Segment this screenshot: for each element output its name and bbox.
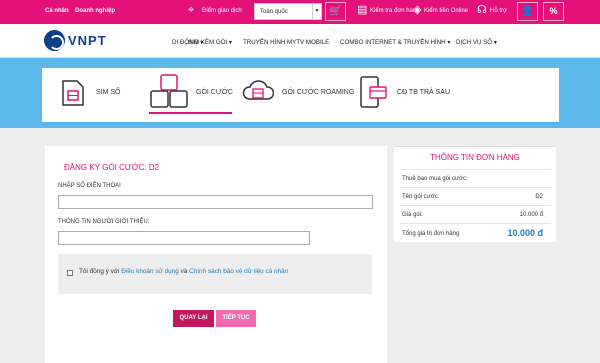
cloud-roaming-icon: [242, 80, 274, 100]
tab-sim-label: SIM SỐ: [96, 89, 121, 96]
store-locator-link[interactable]: Điểm giao dịch: [202, 8, 242, 14]
order-row-label: Tổng giá trị đơn hàng: [402, 231, 460, 237]
tab-package-label: GÓI CƯỚC: [196, 89, 233, 96]
agreement-text: Tôi đồng ý với Điều khoản sử dụng và Chí…: [79, 268, 289, 275]
chevron-down-icon: ▾: [312, 4, 321, 19]
headset-icon: ☊: [477, 4, 487, 16]
nav-item-sim-bundle[interactable]: SIM KÈM GÓI ▾: [188, 39, 232, 46]
logo-text[interactable]: VNPT: [68, 33, 107, 48]
order-summary: THÔNG TIN ĐƠN HÀNG Thuê bao mua gói cước…: [394, 146, 556, 242]
agreement-box: Tôi đồng ý với Điều khoản sử dụng và Chí…: [58, 254, 372, 294]
active-tab-indicator: [149, 112, 232, 114]
main-nav: VNPT DI ĐỘNG ▾ SIM KÈM GÓI ▾ TRUYỀN HÌNH…: [0, 24, 600, 58]
service-tabs: SIM SỐ GÓI CƯỚC GÓI CƯỚC ROAMING CĐ TB T…: [42, 68, 559, 122]
region-select-value: Toàn quốc: [260, 9, 288, 15]
order-row-label: Giá gói:: [402, 212, 423, 218]
back-button[interactable]: QUAY LẠI: [173, 310, 214, 327]
order-row-label: Tên gói cước:: [402, 194, 440, 200]
sim-card-icon: [62, 80, 84, 106]
percent-icon[interactable]: %: [543, 2, 564, 21]
tab-roaming-label: GÓI CƯỚC ROAMING: [282, 89, 355, 96]
tab-package[interactable]: GÓI CƯỚC: [149, 68, 233, 122]
form-title: ĐĂNG KÝ GÓI CƯỚC: D2: [64, 163, 160, 172]
order-summary-title: THÔNG TIN ĐƠN HÀNG: [430, 153, 520, 162]
support-link[interactable]: Hỗ trợ: [490, 8, 507, 14]
registration-form: ĐĂNG KÝ GÓI CƯỚC: D2 NHẬP SỐ ĐIỆN THOẠI …: [45, 146, 387, 363]
continue-button[interactable]: TIẾP TỤC: [216, 310, 256, 327]
tab-sim[interactable]: SIM SỐ: [54, 68, 122, 122]
nav-item-mytv[interactable]: TRUYỀN HÌNH MYTV MOBILE: [243, 39, 329, 46]
order-check-icon: ▤: [357, 4, 368, 16]
phone-card-icon: [360, 76, 387, 108]
order-row-subscriber: Thuê bao mua gói cước:: [400, 169, 551, 187]
top-bar: Cá nhân Doanh nghiệp ⌖ Điểm giao dịch To…: [0, 0, 600, 24]
location-pin-icon: ⌖: [188, 4, 195, 16]
order-row-package-name: Tên gói cước: D2: [400, 187, 551, 205]
user-icon[interactable]: 👤: [517, 2, 538, 21]
nav-item-combo[interactable]: COMBO INTERNET & TRUYỀN HÌNH ▾: [340, 39, 450, 46]
region-select[interactable]: Toàn quốc ▾: [254, 3, 322, 20]
package-boxes-icon: [150, 74, 188, 108]
order-row-label: Thuê bao mua gói cước:: [402, 176, 468, 182]
wallet-icon: ◈: [413, 4, 422, 16]
order-row-value: D2: [535, 194, 543, 200]
order-row-price: Giá gói: 10.000 đ: [400, 205, 551, 223]
phone-label: NHẬP SỐ ĐIỆN THOẠI: [58, 183, 121, 189]
cart-icon[interactable]: 🛒: [325, 2, 346, 21]
personal-link[interactable]: Cá nhân: [45, 8, 69, 14]
order-total-value: 10.000 đ: [507, 228, 543, 238]
business-link[interactable]: Doanh nghiệp: [75, 8, 115, 14]
check-online-link[interactable]: Kiểm tiền Online: [424, 8, 468, 14]
tab-roaming[interactable]: GÓI CƯỚC ROAMING: [242, 68, 357, 122]
agree-checkbox[interactable]: [67, 270, 73, 276]
order-row-value: 10.000 đ: [519, 212, 543, 218]
terms-link[interactable]: Điều khoản sử dụng: [121, 268, 179, 275]
tab-postpaid[interactable]: CĐ TB TRẢ SAU: [358, 68, 468, 122]
privacy-policy-link[interactable]: Chính sách bảo vệ dữ liệu cá nhân: [189, 268, 288, 275]
nav-item-digital-services[interactable]: DỊCH VỤ SỐ ▾: [456, 39, 497, 46]
phone-input[interactable]: [58, 195, 373, 209]
tab-postpaid-label: CĐ TB TRẢ SAU: [397, 89, 451, 96]
referrer-label: THÔNG TIN NGƯỜI GIỚI THIỆU:: [58, 219, 150, 225]
referrer-input[interactable]: [58, 231, 310, 245]
vnpt-logo-icon[interactable]: [44, 30, 65, 51]
order-row-total: Tổng giá trị đơn hàng 10.000 đ: [400, 223, 551, 243]
